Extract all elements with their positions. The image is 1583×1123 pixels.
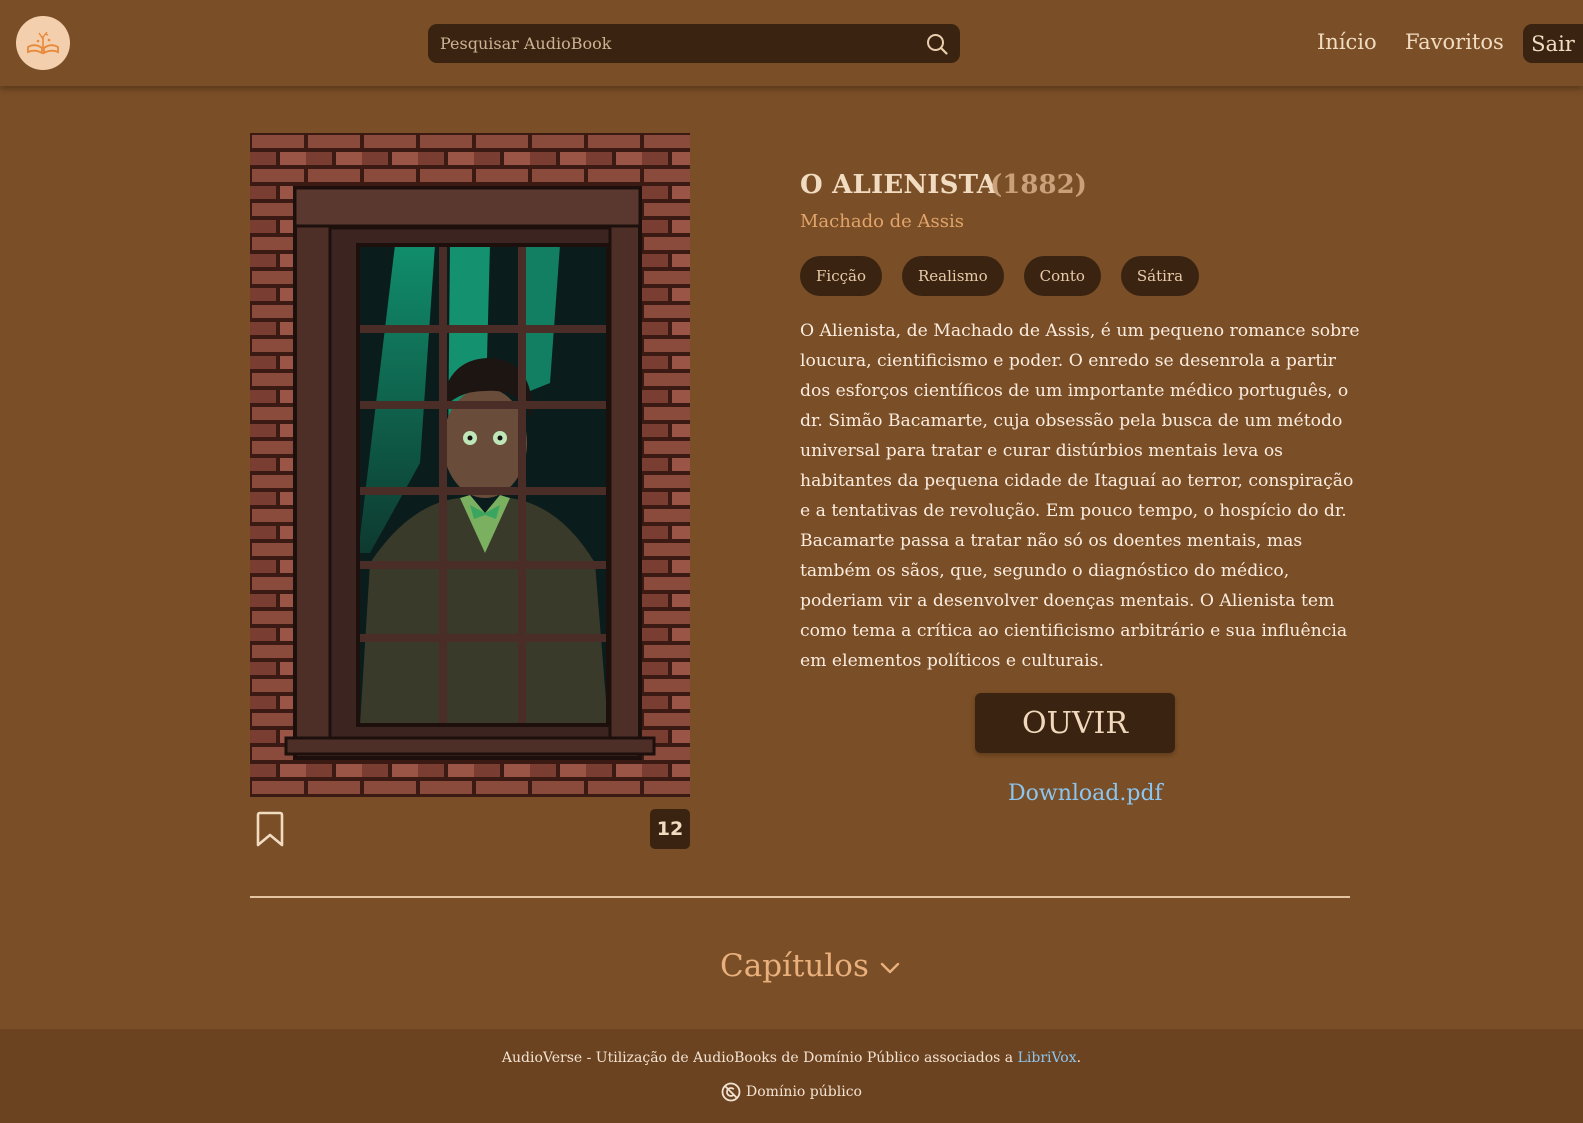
tag-satira[interactable]: Sátira (1120, 256, 1200, 296)
cover-illustration (250, 133, 690, 797)
download-pdf-link[interactable]: Download.pdf (1008, 781, 1163, 806)
footer-text: AudioVerse - Utilização de AudioBooks de… (501, 1050, 1018, 1066)
search-bar (428, 24, 960, 63)
footer-credits: AudioVerse - Utilização de AudioBooks de… (0, 1050, 1583, 1066)
book-cover-image (250, 133, 690, 797)
librivox-link[interactable]: LibriVox (1018, 1050, 1077, 1066)
book-author: Machado de Assis (800, 211, 965, 232)
nav-favorites-link[interactable]: Favoritos (1405, 30, 1504, 54)
chevron-down-icon (880, 962, 900, 974)
section-divider (250, 896, 1350, 898)
chapters-label: Capítulos (720, 948, 869, 984)
book-description: O Alienista, de Machado de Assis, é um p… (800, 321, 1360, 671)
top-navbar: Início Favoritos Sair (0, 0, 1583, 86)
chapters-toggle[interactable]: Capítulos (720, 948, 901, 984)
footer (0, 1029, 1583, 1123)
tag-conto[interactable]: Conto (1023, 256, 1101, 296)
bookmark-icon[interactable] (254, 811, 286, 847)
tag-realismo[interactable]: Realismo (901, 256, 1004, 296)
tag-ficcao[interactable]: Ficção (800, 256, 882, 296)
nav-home-link[interactable]: Início (1317, 30, 1377, 54)
logout-button[interactable]: Sair (1523, 24, 1583, 63)
book-title: O ALIENISTA (800, 170, 998, 200)
genre-tags: Ficção Realismo Conto Sátira (800, 256, 1219, 296)
search-icon[interactable] (925, 32, 949, 56)
listen-button[interactable]: OUVIR (975, 693, 1175, 753)
favorites-count-badge: 12 (650, 809, 690, 849)
public-domain-icon (721, 1082, 741, 1102)
footer-text-end: . (1076, 1050, 1082, 1066)
footer-license: Domínio público (0, 1082, 1583, 1102)
license-label: Domínio público (746, 1084, 862, 1100)
search-input[interactable] (428, 24, 908, 63)
book-year: (1882) (990, 170, 1087, 200)
app-logo[interactable] (16, 16, 70, 70)
open-book-logo-icon (27, 31, 59, 55)
